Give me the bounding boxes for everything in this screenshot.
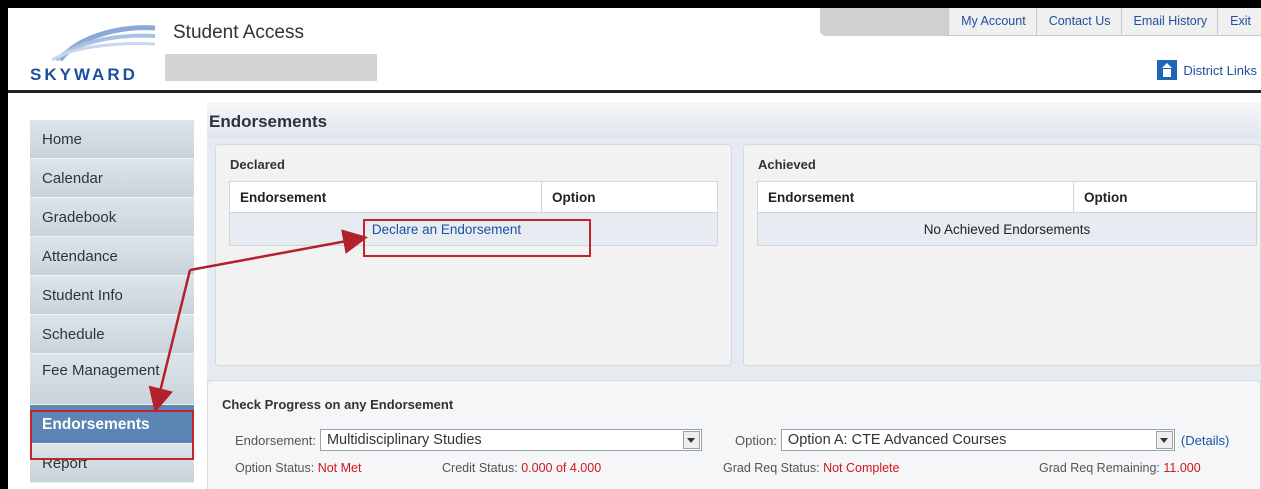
- arrow-to-declare-link: [189, 229, 368, 272]
- arrow-to-endorsements-tab: [148, 269, 192, 413]
- annotation-arrows: [148, 229, 368, 413]
- app-window: SKYWARD Student Access My Account Contac…: [8, 8, 1261, 489]
